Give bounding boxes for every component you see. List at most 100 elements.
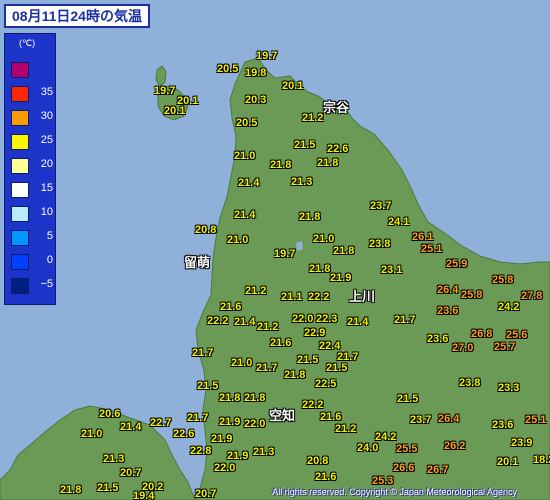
temperature-label: 21.9 — [227, 450, 249, 462]
legend-swatch — [11, 134, 29, 150]
temperature-label: 22.2 — [302, 399, 324, 411]
map-title: 08月11日24時の気温 — [4, 4, 150, 28]
temperature-label: 25.1 — [421, 243, 443, 255]
temperature-label: 19.8 — [245, 67, 267, 79]
temperature-label: 20.6 — [99, 408, 121, 420]
temperature-label: 21.7 — [187, 412, 209, 424]
legend-level: 35 — [40, 86, 53, 98]
temperature-label: 22.5 — [315, 378, 337, 390]
temperature-label: 23.8 — [369, 238, 391, 250]
temperature-map: 08月11日24時の気温 (℃) 35 30 25 20 15 10 5 0 −… — [0, 0, 550, 500]
temperature-label: 26.4 — [438, 413, 460, 425]
temperature-label: 22.3 — [316, 313, 338, 325]
temperature-label: 21.7 — [394, 314, 416, 326]
temperature-label: 21.4 — [234, 316, 256, 328]
temperature-label: 24.2 — [498, 301, 520, 313]
temperature-label: 21.2 — [245, 285, 267, 297]
temperature-label: 21.3 — [253, 446, 275, 458]
legend-swatch — [11, 206, 29, 222]
legend-swatch — [11, 158, 29, 174]
legend-swatch — [11, 110, 29, 126]
temperature-label: 23.6 — [437, 305, 459, 317]
temperature-label: 21.5 — [297, 354, 319, 366]
temperature-label: 22.9 — [304, 327, 326, 339]
legend-unit: (℃) — [19, 38, 36, 48]
temperature-label: 22.0 — [244, 418, 266, 430]
legend-level: 0 — [46, 254, 53, 266]
place-label: 留萌 — [184, 255, 211, 270]
legend-level: 30 — [40, 110, 53, 122]
temperature-label: 21.4 — [120, 421, 142, 433]
temperature-label: 21.8 — [333, 245, 355, 257]
legend-swatch — [11, 86, 29, 102]
temperature-label: 25.8 — [492, 274, 514, 286]
temperature-label: 22.2 — [308, 291, 330, 303]
temperature-label: 20.8 — [195, 224, 217, 236]
temperature-label: 23.7 — [410, 414, 432, 426]
temperature-label: 25.9 — [446, 258, 468, 270]
temperature-label: 21.8 — [219, 392, 241, 404]
temperature-label: 21.6 — [315, 471, 337, 483]
temperature-label: 20.5 — [236, 117, 258, 129]
temperature-label: 21.8 — [60, 484, 82, 496]
temperature-label: 21.8 — [284, 369, 306, 381]
temperature-label: 27.0 — [452, 342, 474, 354]
temperature-label: 22.0 — [214, 462, 236, 474]
legend-swatch — [11, 182, 29, 198]
temperature-label: 19.7 — [256, 50, 278, 62]
temperature-label: 23.6 — [427, 333, 449, 345]
temperature-label: 21.6 — [320, 411, 342, 423]
temperature-label: 21.0 — [227, 234, 249, 246]
legend-swatch — [11, 254, 29, 270]
temperature-label: 23.1 — [381, 264, 403, 276]
temperature-label: 22.8 — [190, 445, 212, 457]
temperature-label: 21.4 — [234, 209, 256, 221]
temperature-label: 19.4 — [133, 490, 155, 500]
place-label: 上川 — [349, 289, 376, 304]
temperature-label: 20.7 — [120, 467, 142, 479]
temperature-label: 21.5 — [294, 139, 316, 151]
temperature-label: 21.3 — [103, 453, 125, 465]
temperature-label: 21.3 — [291, 176, 313, 188]
legend-level: 20 — [40, 158, 53, 170]
copyright-notice: All rights reserved. Copyright © Japan M… — [272, 487, 517, 497]
temperature-label: 25.5 — [396, 443, 418, 455]
temperature-label: 20.1 — [282, 80, 304, 92]
temperature-label: 23.9 — [511, 437, 533, 449]
temperature-label: 18.2 — [533, 454, 550, 466]
temperature-label: 19.7 — [274, 248, 296, 260]
temperature-label: 21.0 — [231, 357, 253, 369]
temperature-label: 21.8 — [299, 211, 321, 223]
temperature-label: 22.0 — [292, 313, 314, 325]
legend-level: −5 — [40, 278, 53, 290]
temperature-label: 25.8 — [461, 289, 483, 301]
rebun-island — [155, 65, 167, 87]
temperature-label: 21.5 — [326, 362, 348, 374]
temperature-label: 21.5 — [197, 380, 219, 392]
legend-level: 15 — [40, 182, 53, 194]
legend-swatch — [11, 230, 29, 246]
temperature-label: 21.2 — [335, 423, 357, 435]
temperature-label: 21.9 — [219, 416, 241, 428]
temperature-label: 27.8 — [521, 290, 543, 302]
temperature-label: 21.0 — [81, 428, 103, 440]
temperature-label: 21.2 — [257, 321, 279, 333]
temperature-label: 25.6 — [506, 329, 528, 341]
temperature-label: 23.8 — [459, 377, 481, 389]
temperature-label: 20.1 — [164, 105, 186, 117]
temperature-label: 21.0 — [234, 150, 256, 162]
temperature-label: 26.7 — [427, 464, 449, 476]
temperature-label: 20.8 — [307, 455, 329, 467]
temperature-label: 21.8 — [309, 263, 331, 275]
temperature-label: 25.3 — [372, 475, 394, 487]
temperature-label: 26.2 — [444, 440, 466, 452]
temperature-label: 23.6 — [492, 419, 514, 431]
temperature-legend: (℃) 35 30 25 20 15 10 5 0 −5 — [4, 33, 56, 305]
temperature-label: 25.7 — [494, 341, 516, 353]
temperature-label: 23.3 — [498, 382, 520, 394]
temperature-label: 21.7 — [192, 347, 214, 359]
temperature-label: 21.5 — [97, 482, 119, 494]
temperature-label: 21.0 — [313, 233, 335, 245]
temperature-label: 25.1 — [525, 414, 547, 426]
temperature-label: 23.7 — [370, 200, 392, 212]
